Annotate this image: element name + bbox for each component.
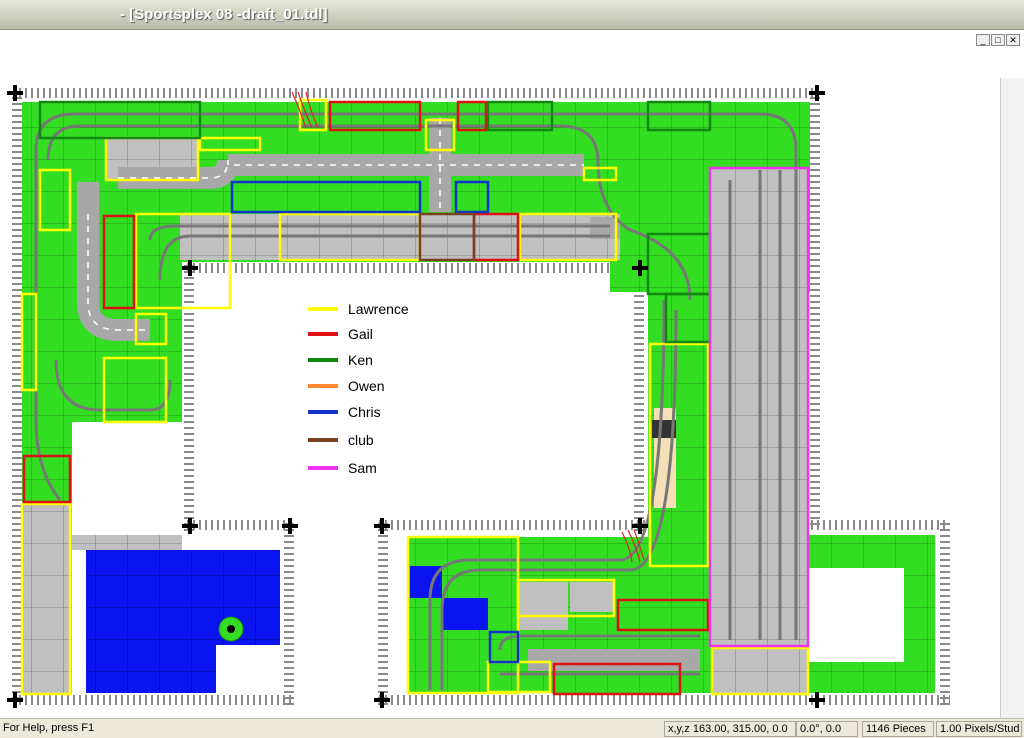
legend-entry-chris: Chris [308, 404, 381, 420]
vertical-scrollbar[interactable] [1000, 78, 1024, 718]
menu-bar [0, 30, 1024, 78]
legend-label: Sam [348, 460, 377, 476]
legend-label: Ken [348, 352, 373, 368]
title-bar: - [Sportsplex 08 -draft_01.tdl] [0, 0, 1024, 30]
baseplates[interactable] [22, 102, 935, 694]
legend-label: Owen [348, 378, 385, 394]
close-button[interactable]: ✕ [1006, 34, 1020, 46]
restore-button[interactable]: □ [991, 34, 1005, 46]
status-coordinates: x,y,z 163.00, 315.00, 0.0 [664, 721, 796, 737]
legend-entry-sam: Sam [308, 460, 377, 476]
status-bar: For Help, press F1 x,y,z 163.00, 315.00,… [0, 718, 1024, 738]
status-piece-count: 1146 Pieces [862, 721, 934, 737]
legend: Lawrence Gail Ken Owen Chris club Sam [308, 301, 409, 476]
legend-entry-owen: Owen [308, 378, 385, 394]
legend-entry-club: club [308, 432, 374, 448]
legend-label: Gail [348, 326, 373, 342]
minimize-button[interactable]: _ [976, 34, 990, 46]
layout-drawing[interactable]: Lawrence Gail Ken Owen Chris club Sam [0, 78, 1000, 718]
legend-entry-ken: Ken [308, 352, 373, 368]
window-title: - [Sportsplex 08 -draft_01.tdl] [120, 6, 328, 23]
status-angle: 0.0°, 0.0 [796, 721, 858, 737]
legend-label: club [348, 432, 374, 448]
legend-entry-lawrence: Lawrence [308, 301, 409, 317]
round-feature-icon [218, 616, 244, 642]
status-help-text: For Help, press F1 [3, 722, 95, 734]
legend-label: Lawrence [348, 301, 409, 317]
layout-canvas[interactable]: Lawrence Gail Ken Owen Chris club Sam [0, 78, 1000, 718]
status-scale: 1.00 Pixels/Stud [936, 721, 1022, 737]
legend-label: Chris [348, 404, 381, 420]
legend-entry-gail: Gail [308, 326, 373, 342]
